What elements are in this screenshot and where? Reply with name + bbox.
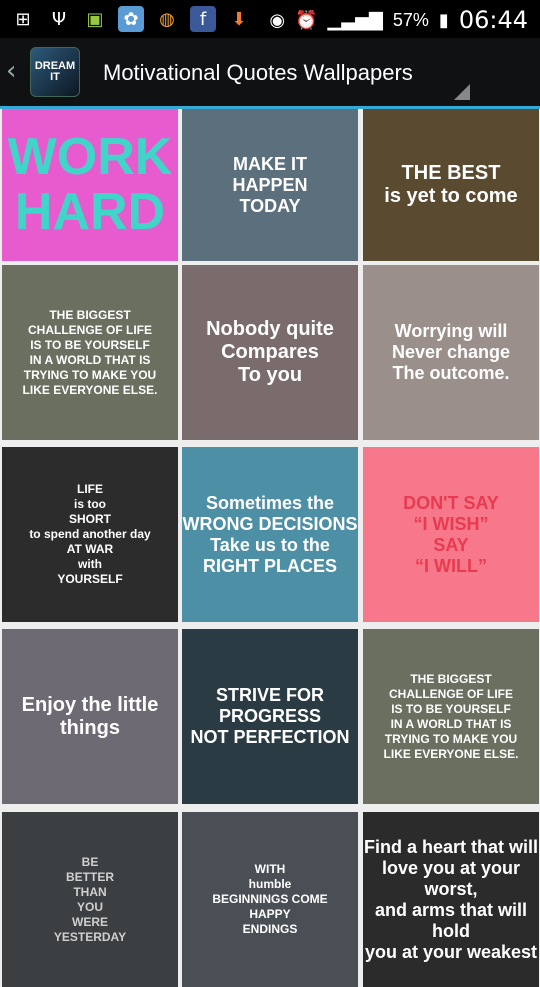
tile-quote-line: Sometimes the xyxy=(205,492,335,513)
tile-quote-line: Never change xyxy=(391,342,511,362)
app-title: Motivational Quotes Wallpapers xyxy=(103,60,413,85)
tile-quote-line: BE xyxy=(81,854,99,869)
wallpaper-tile[interactable]: Enjoy the little things xyxy=(2,629,178,804)
wallpaper-tile[interactable]: BE BETTER THAN YOU WERE YESTERDAY xyxy=(2,812,178,987)
tile-quote-line: DON'T SAY xyxy=(403,492,499,513)
battery-percent: 57% xyxy=(392,9,429,30)
wallpaper-tile[interactable]: Nobody quite Compares To you xyxy=(182,265,358,440)
tile-quote-line: SHORT xyxy=(69,512,111,526)
tile-quote-line: TRYING TO MAKE YOU xyxy=(23,367,157,382)
tile-quote-line: Worrying will xyxy=(394,321,508,341)
status-bar: ⊞ Ψ ▣ ✿ ◍ f ⬇ ◉ ⏰ ▁▃▅▇ 57% ▮ 06:44 xyxy=(0,0,540,38)
battery-icon: ▮ xyxy=(438,9,449,31)
tile-quote-line: THE BIGGEST xyxy=(410,671,492,686)
tile-quote-line: YOURSELF xyxy=(57,572,123,586)
back-chevron-icon[interactable]: ‹ xyxy=(6,56,16,86)
tile-quote-line: MAKE IT xyxy=(233,153,307,174)
tile-quote-line: TODAY xyxy=(239,195,301,216)
android-icon: ▣ xyxy=(86,8,104,30)
tile-quote-line: WORK xyxy=(7,128,173,186)
tile-quote-line: to spend another day xyxy=(29,527,151,541)
notification-icons: ⊞ Ψ ▣ ✿ ◍ f ⬇ xyxy=(10,6,252,32)
download-icon: ⬇ xyxy=(231,8,247,30)
tile-quote-line: PROGRESS xyxy=(218,706,322,726)
tile-quote-line: BEGINNINGS COME xyxy=(212,892,328,906)
tile-quote-line: TRYING TO MAKE YOU xyxy=(384,731,518,746)
wallpaper-tile[interactable]: LIFE is too SHORT to spend another day AT WA… xyxy=(2,447,178,622)
tile-quote-line: The outcome. xyxy=(392,363,510,383)
tile-quote-line: love you at your worst, xyxy=(381,857,521,899)
action-bar: ‹ DREAM IT Motivational Quotes Wallpaper… xyxy=(0,38,540,109)
tile-quote-line: you at your weakest xyxy=(364,941,538,962)
tile-quote-line: “I WISH” xyxy=(413,513,489,534)
tile-quote-line: ENDINGS xyxy=(242,922,298,936)
tile-quote-line: AT WAR xyxy=(66,542,114,556)
wallpaper-tile[interactable]: DON'T SAY “I WISH” SAY “I WILL” xyxy=(363,447,539,622)
tile-quote-line: Find a heart that will xyxy=(363,836,538,857)
tile-quote-line: HARD xyxy=(14,183,166,241)
tile-quote-line: YOU xyxy=(76,899,103,914)
tile-quote-line: NOT PERFECTION xyxy=(190,727,350,747)
tile-quote-line: IN A WORLD THAT IS xyxy=(29,352,151,367)
tile-quote-line: is too xyxy=(74,497,106,511)
overflow-menu-icon[interactable] xyxy=(454,84,470,100)
tile-quote-line: Enjoy the little things xyxy=(21,693,159,739)
tile-quote-line: IS TO BE YOURSELF xyxy=(30,337,150,352)
tile-quote-line: RIGHT PLACES xyxy=(202,555,337,576)
tile-quote-line: is yet to come xyxy=(384,185,518,207)
tile-quote-line: and arms that will hold xyxy=(374,899,528,941)
wallpaper-tile[interactable]: STRIVE FOR PROGRESS NOT PERFECTION xyxy=(182,629,358,804)
wallpaper-tile[interactable]: THE BIGGEST CHALLENGE OF LIFE IS TO BE YOU… xyxy=(363,629,539,804)
tile-quote-line: THE BIGGEST xyxy=(49,307,131,322)
tile-quote-line: HAPPEN xyxy=(232,174,308,195)
system-icons: ◉ ⏰ ▁▃▅▇ 57% ▮ 06:44 xyxy=(269,6,528,34)
tile-quote-line: LIKE EVERYONE ELSE. xyxy=(383,746,519,761)
tile-quote-line: IN A WORLD THAT IS xyxy=(390,716,512,731)
wallpaper-tile[interactable]: Sometimes the WRONG DECISIONS Take us to t… xyxy=(182,447,358,622)
share-icon: ✿ xyxy=(118,6,144,32)
tile-quote-line: WERE xyxy=(72,914,108,929)
tile-quote-line: WRONG DECISIONS xyxy=(182,513,358,534)
tile-quote-line: LIFE xyxy=(77,482,103,496)
tile-quote-line: IS TO BE YOURSELF xyxy=(391,701,511,716)
usb-icon: Ψ xyxy=(51,8,67,30)
wallpaper-tile[interactable]: Find a heart that will love you at your w… xyxy=(363,812,539,987)
tile-quote-line: “I WILL” xyxy=(415,555,487,576)
add-icon: ⊞ xyxy=(15,8,31,30)
facebook-icon: f xyxy=(190,6,216,32)
wallpaper-tile[interactable]: THE BEST is yet to come xyxy=(363,109,539,261)
tile-quote-line: SAY xyxy=(433,534,469,555)
tile-quote-line: To you xyxy=(237,364,303,386)
tile-quote-line: CHALLENGE OF LIFE xyxy=(389,686,513,701)
clock: 06:44 xyxy=(458,6,528,34)
wallpaper-tile[interactable]: WORK HARD xyxy=(2,109,178,261)
tile-quote-line: THE BEST xyxy=(401,162,501,184)
tile-quote-line: LIKE EVERYONE ELSE. xyxy=(22,382,158,397)
signal-icon: ▁▃▅▇ xyxy=(327,9,383,31)
tile-quote-line: WITH xyxy=(254,862,286,876)
wallpaper-tile[interactable]: WITH humble BEGINNINGS COME HAPPY ENDINGS xyxy=(182,812,358,987)
eye-icon: ◉ xyxy=(269,9,286,31)
planet-icon: ◍ xyxy=(159,8,175,30)
tile-quote-line: BETTER xyxy=(66,869,114,884)
tile-quote-line: THAN xyxy=(73,884,107,899)
alarm-icon: ⏰ xyxy=(295,9,318,31)
tile-quote-line: HAPPY xyxy=(249,907,291,921)
wallpaper-tile[interactable]: MAKE IT HAPPEN TODAY xyxy=(182,109,358,261)
wallpaper-tile[interactable]: THE BIGGEST CHALLENGE OF LIFE IS TO BE YOU… xyxy=(2,265,178,440)
tile-quote-line: YESTERDAY xyxy=(53,929,127,944)
tile-quote-line: humble xyxy=(248,877,292,891)
app-icon[interactable]: DREAM IT xyxy=(30,47,80,97)
wallpaper-tile[interactable]: Worrying will Never change The outcome. xyxy=(363,265,539,440)
tile-quote-line: CHALLENGE OF LIFE xyxy=(28,322,152,337)
tile-quote-line: with xyxy=(78,557,102,571)
tile-quote-line: Take us to the xyxy=(210,534,330,555)
tile-quote-line: STRIVE FOR xyxy=(215,685,324,705)
tile-quote-line: Nobody quite Compares xyxy=(206,318,334,363)
